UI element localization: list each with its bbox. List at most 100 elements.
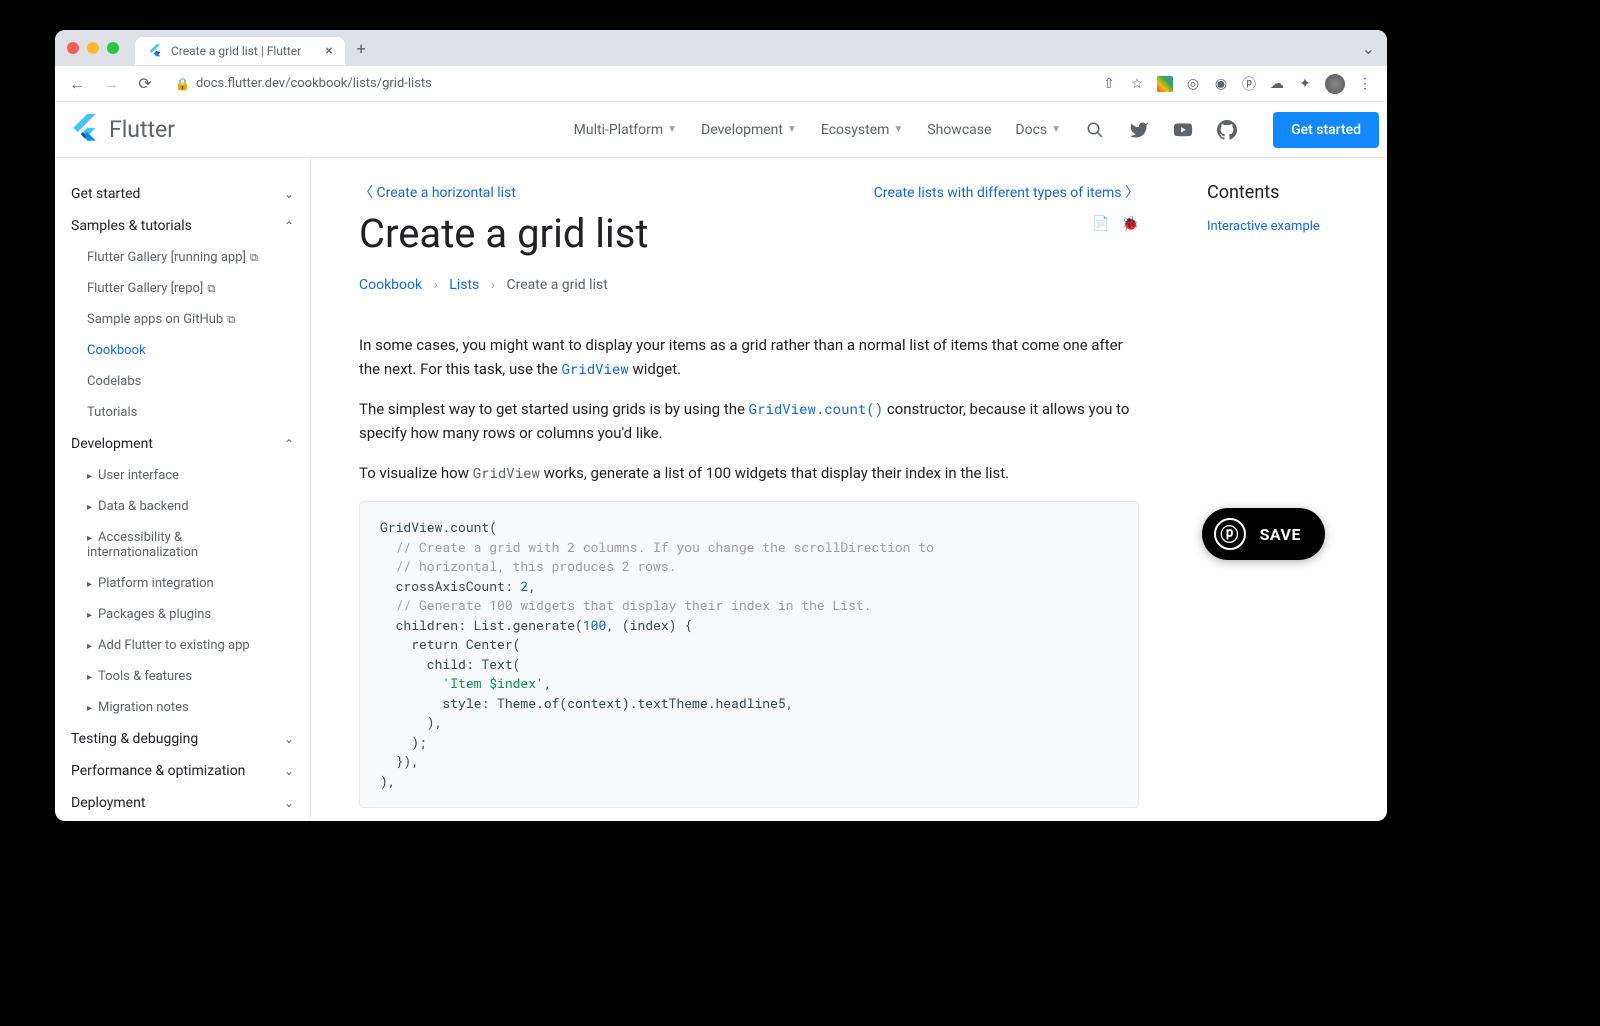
address-bar[interactable]: 🔒 docs.flutter.dev/cookbook/lists/grid-l… <box>165 76 1095 91</box>
nav-docs[interactable]: Docs▼ <box>1015 122 1061 138</box>
sidebar-deployment[interactable]: Deployment⌄ <box>55 787 310 819</box>
top-nav: Multi-Platform▼ Development▼ Ecosystem▼ … <box>574 102 1379 157</box>
caret-right-icon: ▸ <box>87 672 92 683</box>
table-of-contents: Contents Interactive example <box>1187 158 1387 821</box>
breadcrumb: Cookbook › Lists › Create a grid list <box>359 277 1139 293</box>
nav-development[interactable]: Development▼ <box>701 122 797 138</box>
maximize-window-button[interactable] <box>107 42 119 54</box>
chevron-down-icon: ▼ <box>787 124 797 135</box>
sidebar-get-started[interactable]: Get started⌄ <box>55 178 310 210</box>
nav-ecosystem[interactable]: Ecosystem▼ <box>821 122 903 138</box>
extensions-puzzle-icon[interactable]: ✦ <box>1297 76 1313 92</box>
chevron-down-icon: ▼ <box>667 124 677 135</box>
sidebar-samples-tutorials[interactable]: Samples & tutorials⌃ <box>55 210 310 242</box>
inline-code: GridView <box>473 463 540 482</box>
flutter-favicon <box>147 43 163 59</box>
sidebar-data-backend[interactable]: ▸Data & backend <box>55 491 310 522</box>
sidebar-performance[interactable]: Performance & optimization⌄ <box>55 755 310 787</box>
next-page-link[interactable]: Create lists with different types of ite… <box>874 182 1139 202</box>
view-source-icon[interactable]: 📄 <box>1092 216 1109 232</box>
pinterest-extension-icon[interactable]: ⓟ <box>1241 76 1257 92</box>
toc-link-interactive-example[interactable]: Interactive example <box>1207 219 1320 234</box>
sidebar-flutter-gallery-app[interactable]: Flutter Gallery [running app]⧉ <box>55 242 310 273</box>
breadcrumb-cookbook[interactable]: Cookbook <box>359 277 422 293</box>
chevron-right-icon: › <box>491 277 495 293</box>
save-label: SAVE <box>1260 525 1301 544</box>
forward-button[interactable]: → <box>97 70 125 98</box>
report-bug-icon[interactable]: 🐞 <box>1122 216 1139 232</box>
pinterest-icon: ⓟ <box>1214 518 1246 550</box>
github-icon[interactable] <box>1217 120 1237 140</box>
close-window-button[interactable] <box>67 42 79 54</box>
chevron-down-icon: ⌄ <box>284 732 294 746</box>
brand-name: Flutter <box>109 116 175 143</box>
reload-button[interactable]: ⟳ <box>131 70 159 98</box>
extension-icon[interactable]: ☁ <box>1269 76 1285 92</box>
sidebar-packages-plugins[interactable]: ▸Packages & plugins <box>55 599 310 630</box>
page-title: Create a grid list <box>359 210 1139 257</box>
code-link[interactable]: GridView.count() <box>749 399 883 418</box>
share-icon[interactable]: ⇧ <box>1101 76 1117 92</box>
extension-icon[interactable] <box>1157 76 1173 92</box>
profile-avatar[interactable] <box>1325 74 1345 94</box>
tab-title: Create a grid list | Flutter <box>171 44 301 58</box>
page-navigation: 〈 Create a horizontal list Create lists … <box>359 182 1139 202</box>
close-tab-button[interactable]: × <box>325 43 332 59</box>
flutter-logo-icon <box>71 114 99 146</box>
sidebar-flutter-gallery-repo[interactable]: Flutter Gallery [repo]⧉ <box>55 273 310 304</box>
sidebar-accessibility[interactable]: ▸Accessibility & internationalization <box>55 522 310 568</box>
code-block: GridView.count( // Create a grid with 2 … <box>359 501 1139 808</box>
code-link[interactable]: GridView <box>562 359 629 378</box>
page-content: Get started⌄ Samples & tutorials⌃ Flutte… <box>55 158 1387 821</box>
twitter-icon[interactable] <box>1129 120 1149 140</box>
sidebar-testing-debugging[interactable]: Testing & debugging⌄ <box>55 723 310 755</box>
site-header: Flutter Multi-Platform▼ Development▼ Eco… <box>55 102 1387 158</box>
caret-right-icon: ▸ <box>87 641 92 652</box>
browser-tab-bar: Create a grid list | Flutter × + ⌄ <box>55 30 1387 66</box>
sidebar-user-interface[interactable]: ▸User interface <box>55 460 310 491</box>
get-started-button[interactable]: Get started <box>1273 112 1379 148</box>
pinterest-save-button[interactable]: ⓟ SAVE <box>1202 508 1325 560</box>
new-tab-button[interactable]: + <box>357 39 366 58</box>
breadcrumb-lists[interactable]: Lists <box>449 277 479 293</box>
back-button[interactable]: ← <box>63 70 91 98</box>
tabs-dropdown-icon[interactable]: ⌄ <box>1362 39 1375 58</box>
sidebar-platform-integration[interactable]: ▸Platform integration <box>55 568 310 599</box>
chevron-down-icon: ▼ <box>1051 124 1061 135</box>
minimize-window-button[interactable] <box>87 42 99 54</box>
paragraph: In some cases, you might want to display… <box>359 333 1139 381</box>
sidebar-codelabs[interactable]: Codelabs <box>55 366 310 397</box>
kebab-menu-icon[interactable]: ⋮ <box>1357 76 1373 92</box>
sidebar-nav: Get started⌄ Samples & tutorials⌃ Flutte… <box>55 158 311 821</box>
sidebar-add-flutter-existing[interactable]: ▸Add Flutter to existing app <box>55 630 310 661</box>
nav-multi-platform[interactable]: Multi-Platform▼ <box>574 122 677 138</box>
nav-showcase[interactable]: Showcase <box>927 122 991 138</box>
youtube-icon[interactable] <box>1173 120 1193 140</box>
prev-page-link[interactable]: 〈 Create a horizontal list <box>359 182 516 202</box>
toc-title: Contents <box>1207 182 1367 203</box>
browser-tab[interactable]: Create a grid list | Flutter × <box>135 37 345 65</box>
sidebar-tutorials[interactable]: Tutorials <box>55 397 310 428</box>
page-action-icons: 📄 🐞 <box>1092 216 1139 232</box>
sidebar-cookbook[interactable]: Cookbook <box>55 335 310 366</box>
sidebar-development[interactable]: Development⌃ <box>55 428 310 460</box>
paragraph: The simplest way to get started using gr… <box>359 397 1139 445</box>
chevron-down-icon: ⌄ <box>284 796 294 810</box>
search-icon[interactable] <box>1085 120 1105 140</box>
caret-right-icon: ▸ <box>87 533 92 544</box>
chevron-down-icon: ▼ <box>893 124 903 135</box>
toolbar-actions: ⇧ ☆ ◎ ◉ ⓟ ☁ ✦ ⋮ <box>1101 74 1379 94</box>
caret-right-icon: ▸ <box>87 502 92 513</box>
lock-icon: 🔒 <box>175 77 190 91</box>
main-content: 〈 Create a horizontal list Create lists … <box>311 158 1187 821</box>
sidebar-migration-notes[interactable]: ▸Migration notes <box>55 692 310 723</box>
extension-icon[interactable]: ◎ <box>1185 76 1201 92</box>
bookmark-star-icon[interactable]: ☆ <box>1129 76 1145 92</box>
chevron-down-icon: ⌄ <box>284 764 294 778</box>
caret-right-icon: ▸ <box>87 610 92 621</box>
sidebar-sample-apps-github[interactable]: Sample apps on GitHub⧉ <box>55 304 310 335</box>
extension-icon[interactable]: ◉ <box>1213 76 1229 92</box>
sidebar-tools-features[interactable]: ▸Tools & features <box>55 661 310 692</box>
flutter-logo[interactable]: Flutter <box>71 114 175 146</box>
sidebar-resources[interactable]: Resources⌄ <box>55 819 310 821</box>
